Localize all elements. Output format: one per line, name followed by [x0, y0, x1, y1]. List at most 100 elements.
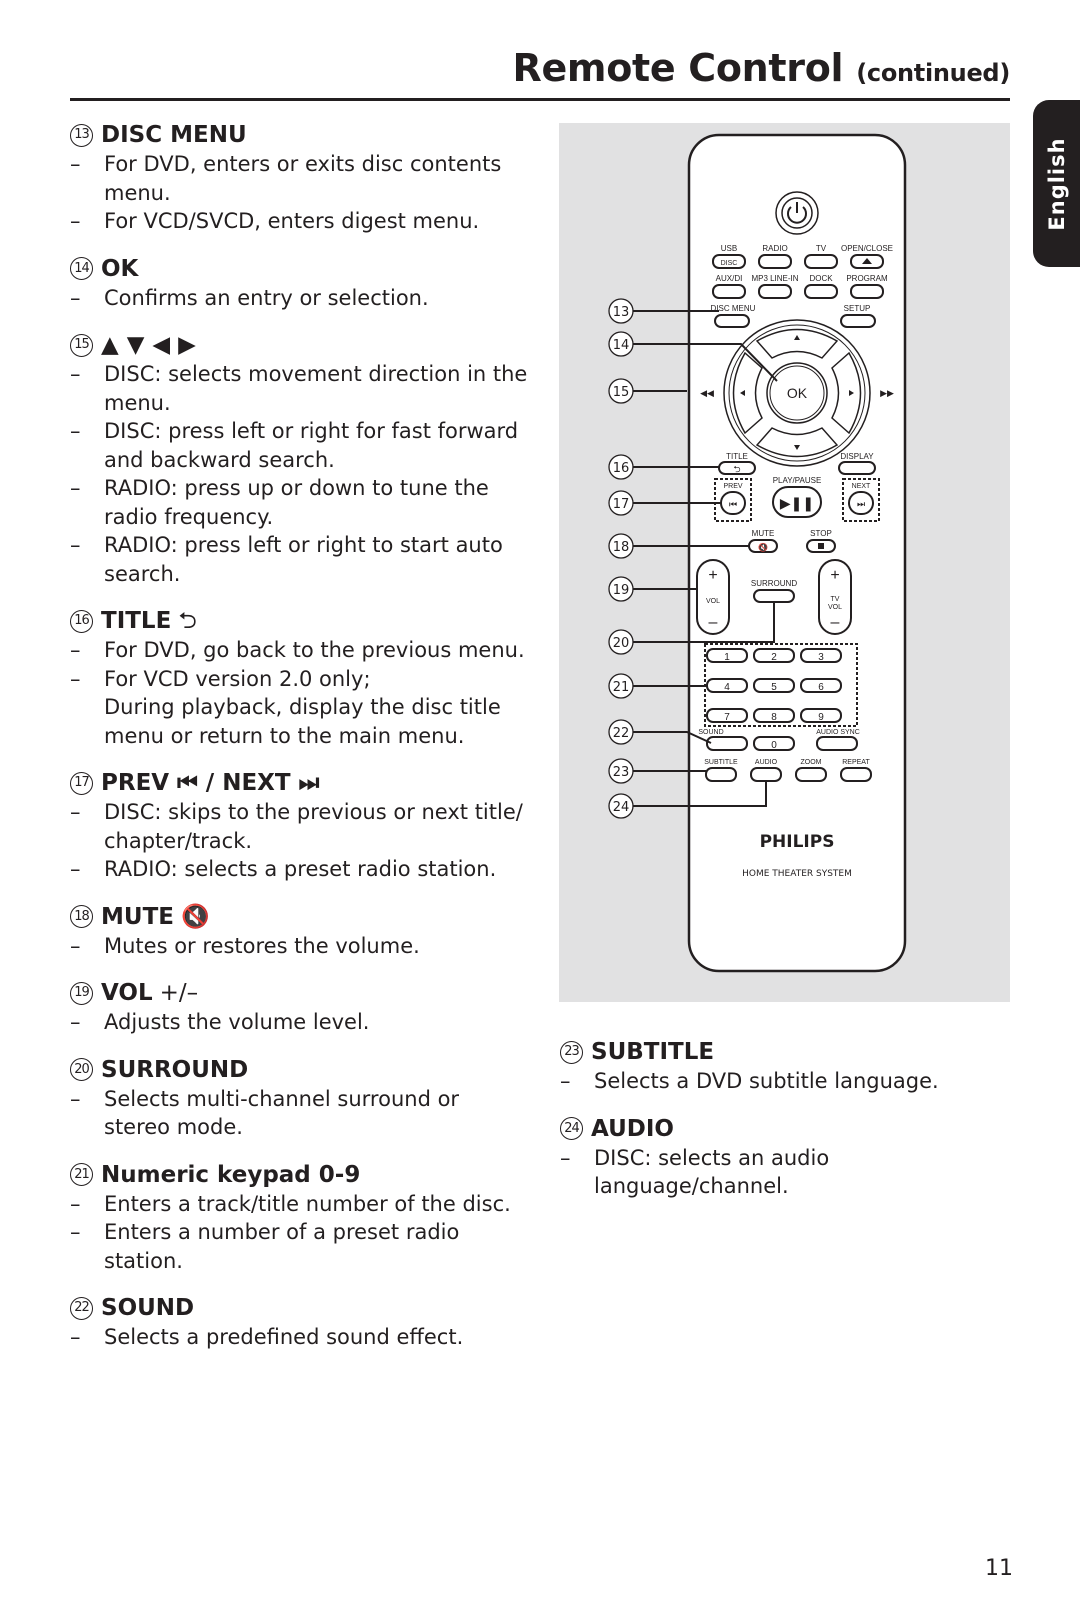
bullet-item: DISC: selects movement direction in the — [70, 360, 540, 389]
bullet-item: DISC: press left or right for fast forwa… — [70, 417, 540, 446]
rewind-icon: ◀◀ — [700, 389, 714, 399]
section-title: SUBTITLE — [591, 1039, 715, 1065]
bullet-item: Mutes or restores the volume. — [70, 932, 540, 961]
source-button-dock — [804, 284, 838, 299]
tv-vol-minus-icon: – — [831, 614, 840, 631]
section-title: ▲ ▼ ◀ ▶ — [101, 332, 196, 358]
keypad-digit-5: 5 — [771, 682, 777, 693]
bullet-continuation: radio frequency. — [104, 504, 274, 529]
section-heading: 16 TITLE ⮌ — [70, 606, 540, 636]
keypad-digit-6: 6 — [818, 682, 824, 693]
section-20: 20 SURROUNDSelects multi-channel surround… — [70, 1055, 540, 1142]
section-title: Numeric keypad 0-9 — [101, 1161, 361, 1188]
label-repeat: REPEAT — [842, 759, 870, 766]
remote-control-diagram: USB RADIO TV OPEN/CLOSE DISC AUX/DI MP3 LINE-I… — [608, 133, 907, 973]
keypad-digit-2: 2 — [771, 652, 777, 663]
audio-sync-label: AUDIO SYNC — [816, 729, 860, 736]
header-rule — [70, 98, 1010, 101]
bullet-item: DISC: skips to the previous or next titl… — [70, 798, 540, 827]
keypad-digit-9: 9 — [818, 712, 824, 723]
bullet-item: For VCD version 2.0 only; — [70, 665, 540, 694]
vol-plus-icon: + — [708, 567, 717, 584]
section-24: 24 AUDIODISC: selects an audio language/c… — [560, 1114, 1020, 1201]
callout-number: 15 — [70, 333, 93, 357]
title-label: TITLE — [726, 452, 748, 461]
disc-menu-button — [714, 314, 750, 328]
prev-icon: ⏮ — [729, 500, 737, 510]
page-title: Remote Control (continued) — [512, 46, 1010, 90]
button-audio — [750, 767, 782, 782]
bullet-item: DISC: selects an audio language/channel. — [560, 1144, 1020, 1201]
vol-label: VOL — [706, 598, 720, 605]
source-label-open-close: OPEN/CLOSE — [841, 244, 893, 253]
disc-label: DISC — [721, 260, 738, 267]
callout-number-14: 14 — [613, 338, 630, 353]
section-14: 14 OKConfirms an entry or selection. — [70, 254, 540, 313]
keypad-digit-3: 3 — [818, 652, 824, 663]
source-button-mp3-line-in — [758, 284, 792, 299]
label-zoom: ZOOM — [801, 759, 822, 766]
ok-label: OK — [787, 385, 808, 401]
callout-number: 20 — [70, 1058, 93, 1081]
setup-label: SETUP — [844, 304, 871, 313]
page-number: 11 — [985, 1556, 1013, 1581]
callout-number-20: 20 — [613, 636, 630, 651]
bullet-item: Selects multi-channel surround or — [70, 1085, 540, 1114]
source-label-mp3-line-in: MP3 LINE-IN — [751, 274, 798, 283]
stop-icon — [818, 543, 824, 549]
bullet-continuation: search. — [104, 561, 181, 586]
display-button — [838, 461, 876, 475]
surround-button — [753, 589, 795, 603]
section-title-symbol: +/– — [159, 980, 199, 1006]
bullet-continuation: stereo mode. — [104, 1115, 243, 1139]
section-title-symbol: ⮌ — [178, 608, 197, 634]
section-16: 16 TITLE⮌For DVD, go back to the previous… — [70, 606, 540, 750]
bullet-continuation: chapter/track. — [104, 828, 253, 853]
section-heading: 20 SURROUND — [70, 1055, 540, 1085]
play-pause-label: PLAY/PAUSE — [773, 476, 822, 485]
sound-label: SOUND — [698, 729, 723, 736]
language-tab: English — [1033, 100, 1080, 267]
section-heading: 18 MUTE 🔇 — [70, 902, 540, 932]
tv-vol-plus-icon: + — [830, 567, 839, 584]
section-title: TITLE — [101, 608, 172, 634]
section-19: 19 VOL+/–Adjusts the volume level. — [70, 978, 540, 1037]
label-audio: AUDIO — [755, 759, 778, 766]
bullet-continuation: menu. — [104, 390, 171, 415]
section-23: 23 SUBTITLESelects a DVD subtitle languag… — [560, 1037, 1020, 1096]
display-label: DISPLAY — [840, 452, 874, 461]
section-21: 21 Numeric keypad 0-9Enters a track/title… — [70, 1160, 540, 1276]
audio-sync-button — [816, 736, 858, 751]
bullet-item: Enters a number of a preset radio statio… — [70, 1218, 540, 1275]
source-button-program — [850, 284, 884, 299]
section-13: 13 DISC MENUFor DVD, enters or exits disc… — [70, 120, 540, 236]
callout-number-23: 23 — [613, 765, 630, 780]
callout-number: 14 — [70, 257, 93, 280]
source-button-aux-di — [712, 284, 746, 299]
callout-number: 23 — [560, 1040, 583, 1064]
section-heading: 23 SUBTITLE — [560, 1037, 1020, 1067]
remote-control-figure: USB RADIO TV OPEN/CLOSE DISC AUX/DI MP3 LINE-I… — [559, 123, 1010, 1002]
keypad-digit-4: 4 — [724, 682, 730, 693]
section-title: PREV ⏮ / NEXT ⏭ — [101, 770, 320, 796]
bullet-continuation: During playback, display the disc title — [104, 695, 501, 719]
tv-label: TV — [831, 596, 840, 603]
source-label-usb: USB — [721, 244, 737, 253]
section-title: OK — [101, 255, 139, 282]
section-heading: 21 Numeric keypad 0-9 — [70, 1160, 540, 1190]
surround-label: SURROUND — [751, 579, 797, 588]
source-label-program: PROGRAM — [846, 274, 888, 283]
next-icon: ⏭ — [857, 500, 865, 510]
bullet-item: Selects a DVD subtitle language. — [560, 1067, 1020, 1096]
setup-button — [840, 314, 876, 328]
source-button-tv — [804, 254, 838, 269]
callout-number: 17 — [70, 771, 93, 795]
callout-number-17: 17 — [613, 497, 630, 512]
keypad-digit-8: 8 — [771, 712, 777, 723]
callout-number: 21 — [70, 1163, 93, 1186]
page-title-main: Remote Control — [512, 46, 844, 90]
section-title: DISC MENU — [101, 122, 247, 148]
bullet-item: Selects a predefined sound effect. — [70, 1323, 540, 1352]
section-heading: 13 DISC MENU — [70, 120, 540, 150]
keypad-digit-0: 0 — [771, 740, 777, 751]
